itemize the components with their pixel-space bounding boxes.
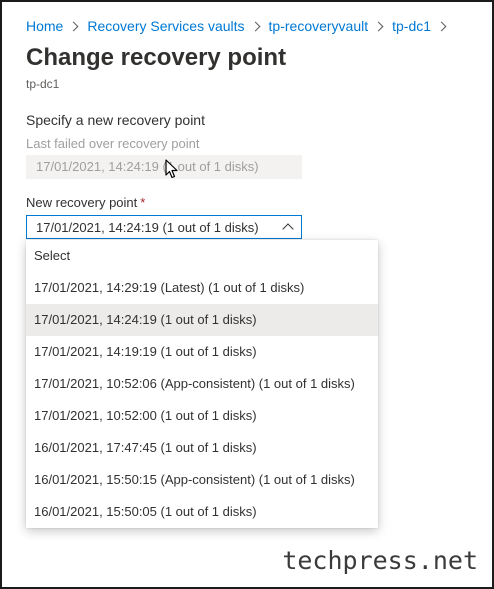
breadcrumb-vm[interactable]: tp-dc1	[392, 18, 431, 34]
recovery-point-dropdown: Select 17/01/2021, 14:29:19 (Latest) (1 …	[26, 240, 378, 528]
dropdown-option-selected[interactable]: 17/01/2021, 14:24:19 (1 out of 1 disks)	[26, 304, 378, 336]
last-failed-field: 17/01/2021, 14:24:19 (1 out of 1 disks)	[26, 155, 302, 179]
dropdown-option[interactable]: 17/01/2021, 10:52:06 (App-consistent) (1…	[26, 368, 378, 400]
page-subtitle: tp-dc1	[26, 77, 60, 91]
dropdown-option[interactable]: 16/01/2021, 17:47:45 (1 out of 1 disks)	[26, 432, 378, 464]
breadcrumb: Home Recovery Services vaults tp-recover…	[26, 18, 455, 34]
dropdown-option[interactable]: 16/01/2021, 15:50:15 (App-consistent) (1…	[26, 464, 378, 496]
chevron-right-icon	[250, 21, 260, 31]
breadcrumb-vault[interactable]: tp-recoveryvault	[269, 18, 369, 34]
watermark: techpress.net	[282, 546, 478, 575]
chevron-up-icon[interactable]	[282, 223, 294, 235]
mouse-cursor-icon	[165, 159, 178, 179]
dropdown-option[interactable]: 17/01/2021, 14:19:19 (1 out of 1 disks)	[26, 336, 378, 368]
chevron-right-icon	[436, 21, 447, 31]
dropdown-option[interactable]: 17/01/2021, 14:29:19 (Latest) (1 out of …	[26, 272, 378, 304]
dropdown-option[interactable]: 17/01/2021, 10:52:00 (1 out of 1 disks)	[26, 400, 378, 432]
section-heading: Specify a new recovery point	[26, 112, 205, 128]
recovery-point-select-value: 17/01/2021, 14:24:19 (1 out of 1 disks)	[36, 220, 259, 235]
chevron-right-icon	[373, 21, 384, 31]
new-recovery-point-label: New recovery point *	[26, 195, 145, 210]
recovery-point-select[interactable]: 17/01/2021, 14:24:19 (1 out of 1 disks)	[26, 215, 302, 239]
new-recovery-point-label-text: New recovery point	[26, 195, 138, 210]
page-title: Change recovery point	[26, 44, 287, 71]
dropdown-option[interactable]: Select	[26, 240, 378, 272]
chevron-right-icon	[68, 21, 79, 31]
required-indicator: *	[140, 195, 146, 210]
last-failed-label: Last failed over recovery point	[26, 136, 200, 151]
breadcrumb-home[interactable]: Home	[26, 18, 63, 34]
blade-panel: Home Recovery Services vaults tp-recover…	[2, 2, 492, 587]
breadcrumb-recovery-services-vaults[interactable]: Recovery Services vaults	[87, 18, 244, 34]
dropdown-option[interactable]: 16/01/2021, 15:50:05 (1 out of 1 disks)	[26, 496, 378, 528]
